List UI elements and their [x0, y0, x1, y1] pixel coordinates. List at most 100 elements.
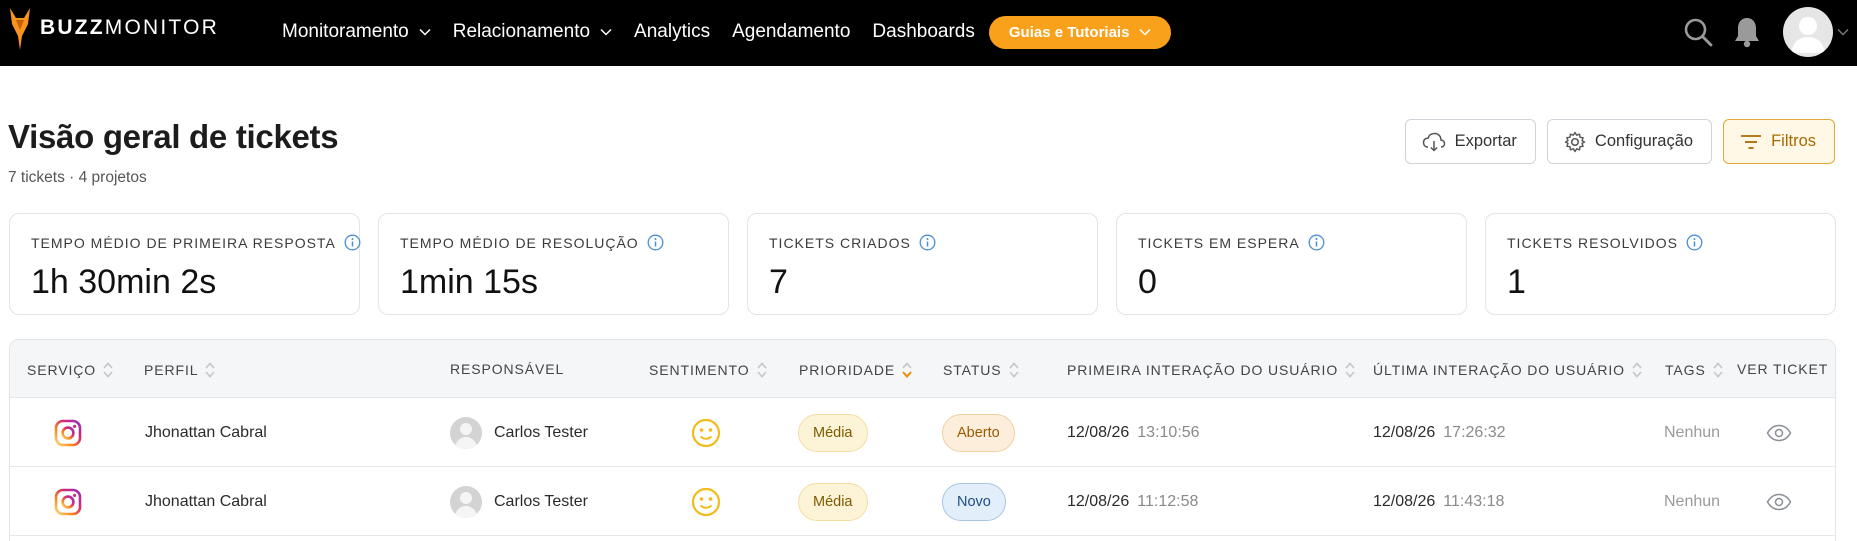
sort-icon [1008, 361, 1020, 379]
column-header-ultima-interacao[interactable]: ÚLTIMA INTERAÇÃO DO USUÁRIO [1373, 361, 1643, 379]
instagram-icon [54, 467, 82, 536]
column-label: RESPONSÁVEL [450, 361, 565, 377]
prioridade-cell: Média [798, 467, 868, 536]
nav-item-label: Relacionamento [452, 21, 591, 42]
neutral-smile-icon [691, 398, 721, 467]
sort-desc-active-icon [901, 361, 913, 379]
main-nav: Monitoramento Relacionamento Analytics A… [282, 0, 1172, 64]
column-header-perfil[interactable]: PERFIL [144, 361, 216, 379]
nav-item-relacionamento[interactable]: Relacionamento [453, 21, 612, 43]
sort-icon [756, 361, 768, 379]
column-label: SERVIÇO [27, 362, 97, 378]
date-text: 12/08/26 [1373, 492, 1436, 510]
nav-item-label: Dashboards [872, 21, 975, 42]
filters-label: Filtros [1771, 132, 1816, 150]
avatar [450, 416, 482, 449]
column-label: SENTIMENTO [649, 362, 750, 378]
status-badge: Novo [942, 482, 1006, 521]
column-label: STATUS [943, 362, 1002, 378]
config-button[interactable]: Configuração [1546, 119, 1713, 164]
chevron-down-icon [1837, 28, 1849, 36]
column-label: PRIORIDADE [799, 362, 896, 378]
prioridade-cell: Média [798, 398, 868, 467]
time-text: 17:26:32 [1443, 423, 1506, 441]
ultima-interacao-cell: 12/08/26 17:26:32 [1373, 398, 1506, 467]
kpi-value: 7 [769, 263, 788, 301]
table-row[interactable]: Jhonattan Cabral Carlos Tester Média Abe… [10, 398, 1835, 467]
kpi-value: 1h 30min 2s [31, 263, 217, 301]
column-header-status[interactable]: STATUS [943, 361, 1020, 379]
date-text: 12/08/26 [1373, 423, 1436, 441]
chevron-down-icon [1139, 28, 1151, 36]
tickets-table: SERVIÇO PERFIL RESPONSÁVEL SENTIMENTO PR… [9, 339, 1836, 541]
fox-logo-icon [8, 6, 32, 50]
time-text: 11:12:58 [1137, 492, 1199, 510]
primeira-interacao-cell: 12/08/26 11:12:58 [1067, 467, 1198, 536]
tags-cell: Nenhun [1664, 492, 1721, 510]
gear-icon [1564, 131, 1586, 153]
search-icon[interactable] [1683, 17, 1713, 47]
priority-badge: Média [798, 482, 868, 521]
sort-icon [1344, 361, 1356, 379]
nav-item-label: Agendamento [732, 21, 851, 42]
avatar [1783, 7, 1833, 57]
bell-icon[interactable] [1733, 16, 1761, 48]
priority-badge: Média [798, 413, 868, 452]
nav-item-monitoramento[interactable]: Monitoramento [282, 21, 431, 43]
filters-button[interactable]: Filtros [1723, 119, 1835, 164]
info-icon[interactable] [344, 234, 361, 251]
instagram-icon [54, 398, 82, 467]
export-button[interactable]: Exportar [1404, 119, 1536, 164]
column-label: PRIMEIRA INTERAÇÃO DO USUÁRIO [1067, 362, 1339, 378]
responsavel-name: Carlos Tester [494, 492, 588, 510]
kpi-label: TICKETS CRIADOS [769, 234, 911, 251]
info-icon[interactable] [647, 234, 664, 251]
kpi-value: 0 [1138, 263, 1157, 301]
column-label: PERFIL [144, 362, 199, 378]
brand-logo[interactable]: BUZZMONITOR [8, 6, 219, 50]
kpi-label: TICKETS RESOLVIDOS [1507, 234, 1678, 251]
nav-item-label: Monitoramento [282, 21, 409, 42]
sort-icon [1631, 361, 1643, 379]
time-text: 11:43:18 [1443, 492, 1505, 510]
info-icon[interactable] [1686, 234, 1703, 251]
date-text: 12/08/26 [1067, 492, 1130, 510]
kpi-card-first-response: TEMPO MÉDIO DE PRIMEIRA RESPOSTA 1h 30mi… [9, 213, 361, 315]
guides-tutorials-button[interactable]: Guias e Tutoriais [988, 15, 1172, 49]
perfil-name: Jhonattan Cabral [145, 492, 267, 510]
kpi-value: 1 [1507, 263, 1526, 301]
nav-item-dashboards[interactable]: Dashboards [872, 21, 974, 43]
column-header-responsavel: RESPONSÁVEL [450, 361, 564, 377]
avatar [450, 485, 482, 518]
responsavel-name: Carlos Tester [494, 423, 588, 441]
kpi-label: TEMPO MÉDIO DE PRIMEIRA RESPOSTA [31, 234, 336, 251]
column-label: ÚLTIMA INTERAÇÃO DO USUÁRIO [1373, 362, 1625, 378]
info-icon[interactable] [919, 234, 936, 251]
column-header-servico[interactable]: SERVIÇO [27, 361, 114, 379]
page-subtitle: 7 tickets · 4 projetos [8, 169, 147, 186]
kpi-card-waiting: TICKETS EM ESPERA 0 [1116, 213, 1467, 315]
status-cell: Novo [942, 467, 1006, 536]
time-text: 13:10:56 [1137, 423, 1200, 441]
eye-icon[interactable] [1766, 467, 1792, 536]
nav-item-analytics[interactable]: Analytics [634, 21, 710, 43]
status-badge: Aberto [942, 413, 1015, 452]
chevron-down-icon [419, 28, 431, 36]
eye-icon[interactable] [1766, 398, 1792, 467]
nav-item-agendamento[interactable]: Agendamento [732, 21, 850, 43]
column-header-primeira-interacao[interactable]: PRIMEIRA INTERAÇÃO DO USUÁRIO [1067, 361, 1356, 379]
date-text: 12/08/26 [1067, 423, 1130, 441]
guides-tutorials-label: Guias e Tutoriais [1008, 23, 1130, 41]
column-header-tags[interactable]: TAGS [1665, 361, 1724, 379]
cloud-download-icon [1422, 132, 1446, 152]
user-menu[interactable] [1783, 7, 1849, 57]
sort-icon [1712, 361, 1724, 379]
page-title: Visão geral de tickets [8, 118, 339, 155]
kpi-card-created: TICKETS CRIADOS 7 [747, 213, 1098, 315]
column-header-prioridade[interactable]: PRIORIDADE [799, 361, 913, 379]
kpi-label: TEMPO MÉDIO DE RESOLUÇÃO [400, 234, 639, 251]
column-header-sentimento[interactable]: SENTIMENTO [649, 361, 768, 379]
sort-icon [102, 361, 114, 379]
table-row[interactable]: Jhonattan Cabral Carlos Tester Média Nov… [10, 467, 1835, 536]
info-icon[interactable] [1308, 234, 1325, 251]
